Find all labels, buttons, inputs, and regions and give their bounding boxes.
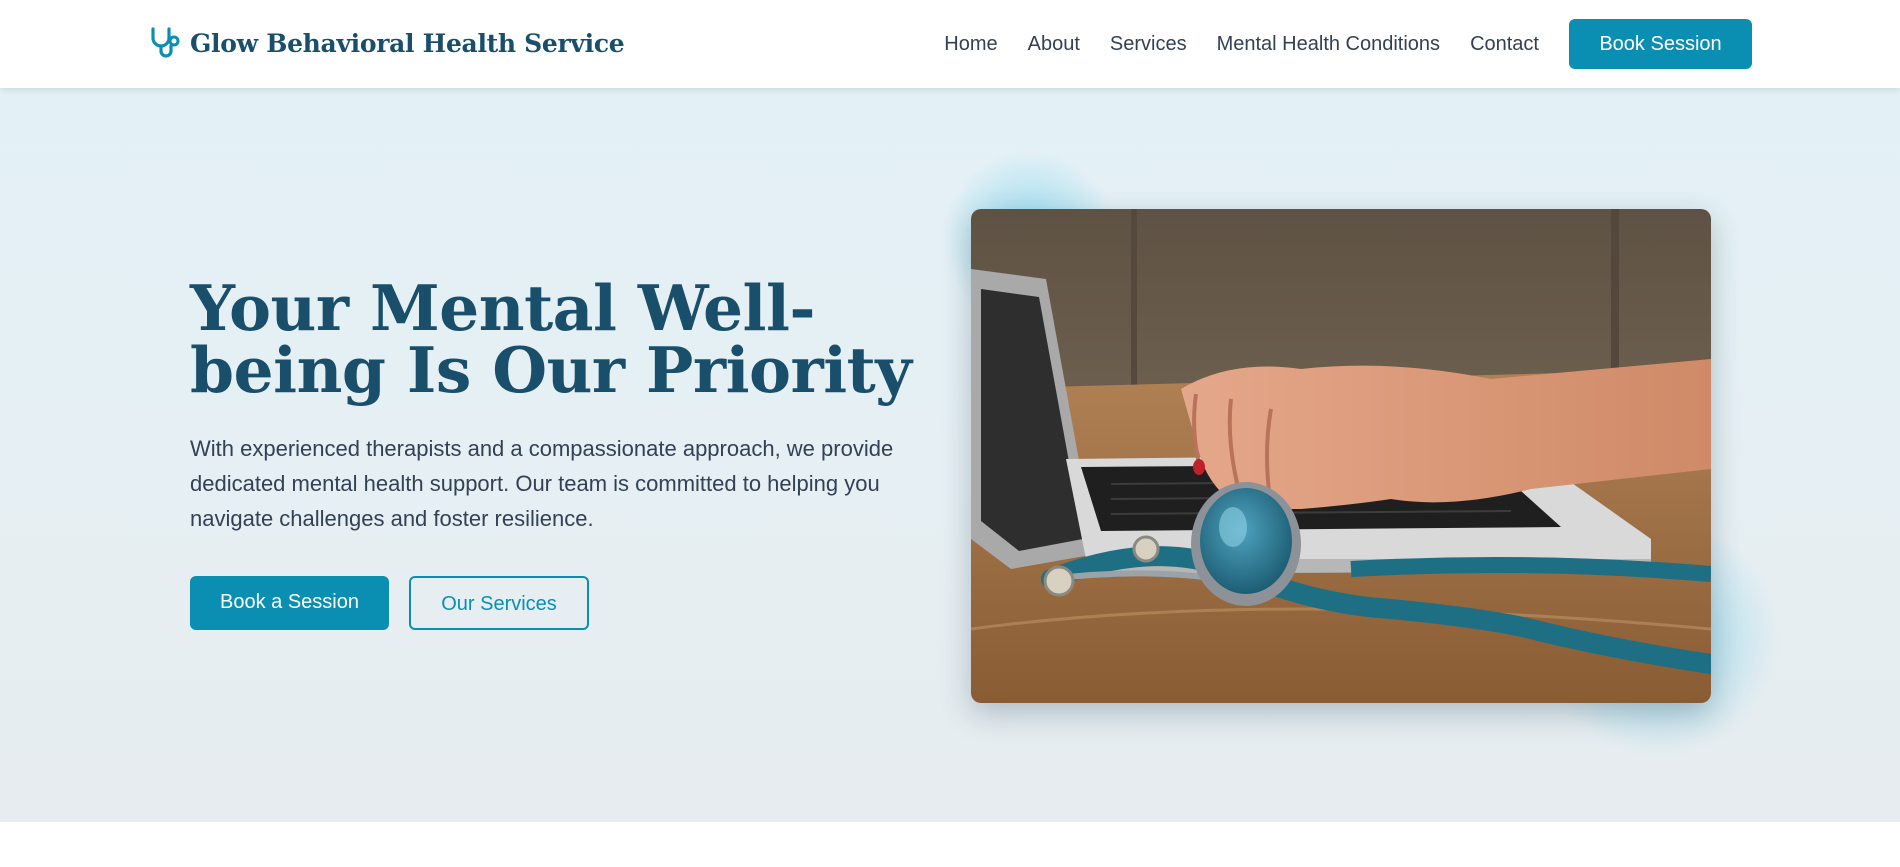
nav-link-home[interactable]: Home bbox=[944, 33, 997, 56]
hero-title: Your Mental Well-being Is Our Priority bbox=[190, 271, 912, 407]
main-nav: Home About Services Mental Health Condit… bbox=[944, 19, 1752, 69]
brand-logo-link[interactable]: Glow Behavioral Health Service bbox=[148, 26, 625, 60]
hero-section: Your Mental Well-being Is Our Priority W… bbox=[0, 88, 1900, 822]
nav-link-contact[interactable]: Contact bbox=[1470, 33, 1539, 56]
nav-link-about[interactable]: About bbox=[1028, 33, 1080, 56]
nav-link-mental-health-conditions[interactable]: Mental Health Conditions bbox=[1217, 33, 1440, 56]
hero-description: With experienced therapists and a compas… bbox=[190, 436, 894, 531]
site-header: Glow Behavioral Health Service Home Abou… bbox=[0, 0, 1900, 88]
stethoscope-icon bbox=[148, 26, 182, 60]
next-section bbox=[0, 822, 1900, 867]
nav-link-services[interactable]: Services bbox=[1110, 33, 1187, 56]
book-session-button[interactable]: Book Session bbox=[1569, 19, 1752, 69]
brand-name: Glow Behavioral Health Service bbox=[190, 28, 625, 58]
hero-image bbox=[971, 209, 1711, 703]
our-services-button[interactable]: Our Services bbox=[409, 576, 589, 630]
book-a-session-button[interactable]: Book a Session bbox=[190, 576, 389, 630]
